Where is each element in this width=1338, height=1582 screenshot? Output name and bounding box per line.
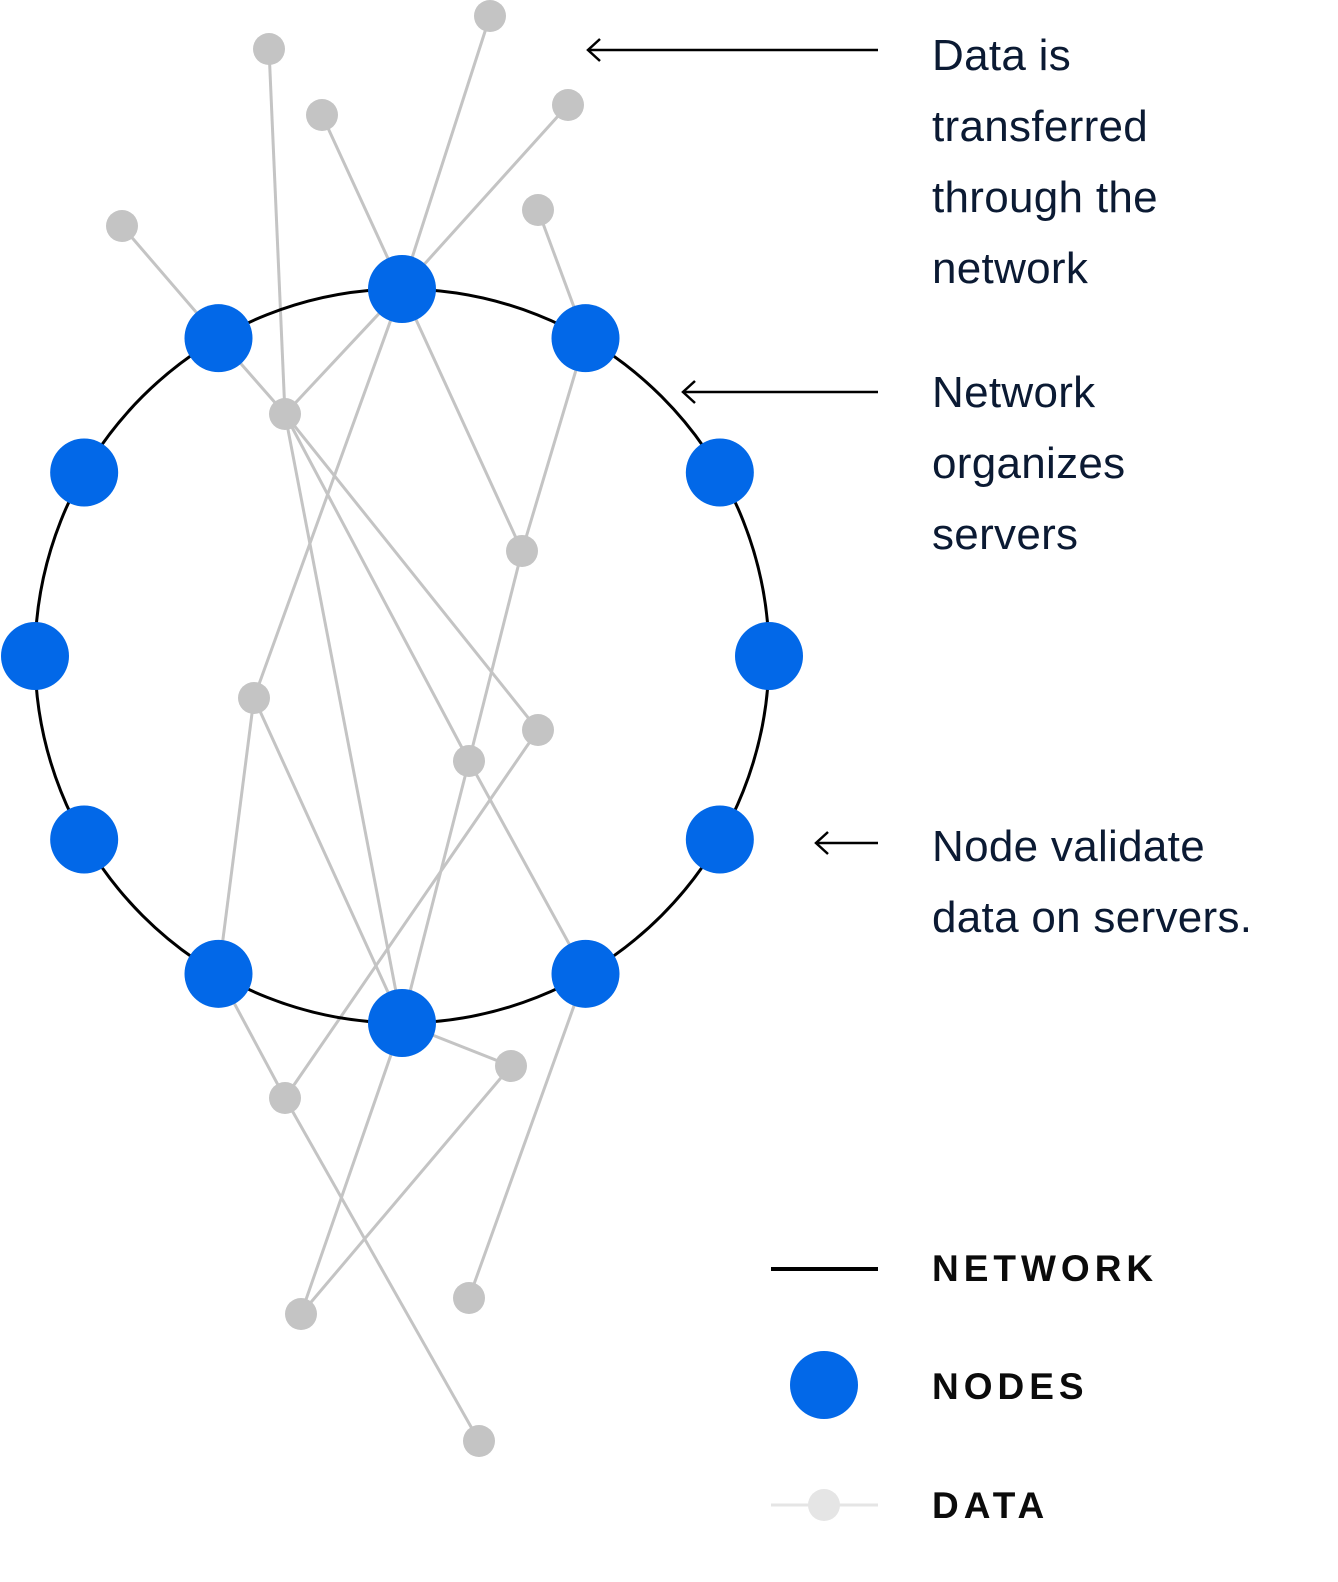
node <box>735 622 803 690</box>
data-point <box>453 1282 485 1314</box>
annotation-node-validate: Node validate data on servers. <box>932 811 1252 953</box>
data-link <box>217 697 256 975</box>
data-link <box>400 15 492 290</box>
node <box>685 805 754 874</box>
node <box>551 939 620 1008</box>
annotation-line: data on servers. <box>932 893 1253 942</box>
annotation-line: through the <box>932 173 1158 222</box>
data-point <box>474 0 506 32</box>
legend-label-nodes: NODES <box>932 1366 1089 1407</box>
arrow-left-icon <box>681 380 878 404</box>
legend-label-network: NETWORK <box>932 1248 1159 1289</box>
annotation-line: transferred <box>932 102 1149 151</box>
annotation-network-organizes: Network organizes servers <box>932 357 1125 570</box>
data-link <box>467 760 587 975</box>
node <box>1 622 69 690</box>
annotation-line: network <box>932 244 1089 293</box>
legend-label-data: DATA <box>932 1485 1050 1526</box>
data-point <box>522 714 554 746</box>
data-point <box>285 1298 317 1330</box>
node <box>368 255 436 323</box>
annotation-line: Node validate <box>932 822 1205 871</box>
data-point <box>522 194 554 226</box>
data-point <box>106 210 138 242</box>
annotation-data-transfer: Data is transferred through the network <box>932 20 1158 304</box>
arrow-left-icon <box>586 38 878 62</box>
legend-data-icon <box>771 1489 878 1521</box>
data-links <box>120 15 587 1442</box>
data-point <box>253 33 285 65</box>
node <box>368 989 436 1057</box>
arrow-left-icon <box>814 831 878 855</box>
annotation-line: servers <box>932 510 1079 559</box>
data-link <box>400 288 524 552</box>
node <box>184 304 253 373</box>
annotation-line: Network <box>932 368 1096 417</box>
data-link <box>283 1097 481 1442</box>
data-point <box>495 1050 527 1082</box>
node <box>50 805 119 874</box>
annotation-line: Data is <box>932 31 1072 80</box>
data-link <box>283 413 471 762</box>
data-point <box>269 398 301 430</box>
legend-node-dot-icon <box>790 1351 858 1419</box>
network-nodes <box>1 255 803 1057</box>
legend-icons <box>771 1267 878 1521</box>
data-link <box>400 760 471 1024</box>
data-point <box>238 682 270 714</box>
data-point <box>269 1082 301 1114</box>
node <box>551 304 620 373</box>
node <box>50 438 119 507</box>
data-link <box>467 973 587 1299</box>
data-point <box>463 1425 495 1457</box>
data-point <box>506 535 538 567</box>
data-point <box>453 745 485 777</box>
node <box>184 939 253 1008</box>
legend-data-dot <box>808 1489 840 1521</box>
data-link <box>299 1022 404 1315</box>
annotation-line: organizes <box>932 439 1126 488</box>
network-ring <box>33 287 771 1025</box>
data-point <box>552 89 584 121</box>
data-link <box>299 1065 513 1315</box>
data-link <box>267 48 287 415</box>
data-link <box>283 413 404 1024</box>
data-point <box>306 99 338 131</box>
node <box>685 438 754 507</box>
data-link <box>252 697 404 1024</box>
data-link <box>283 413 540 731</box>
